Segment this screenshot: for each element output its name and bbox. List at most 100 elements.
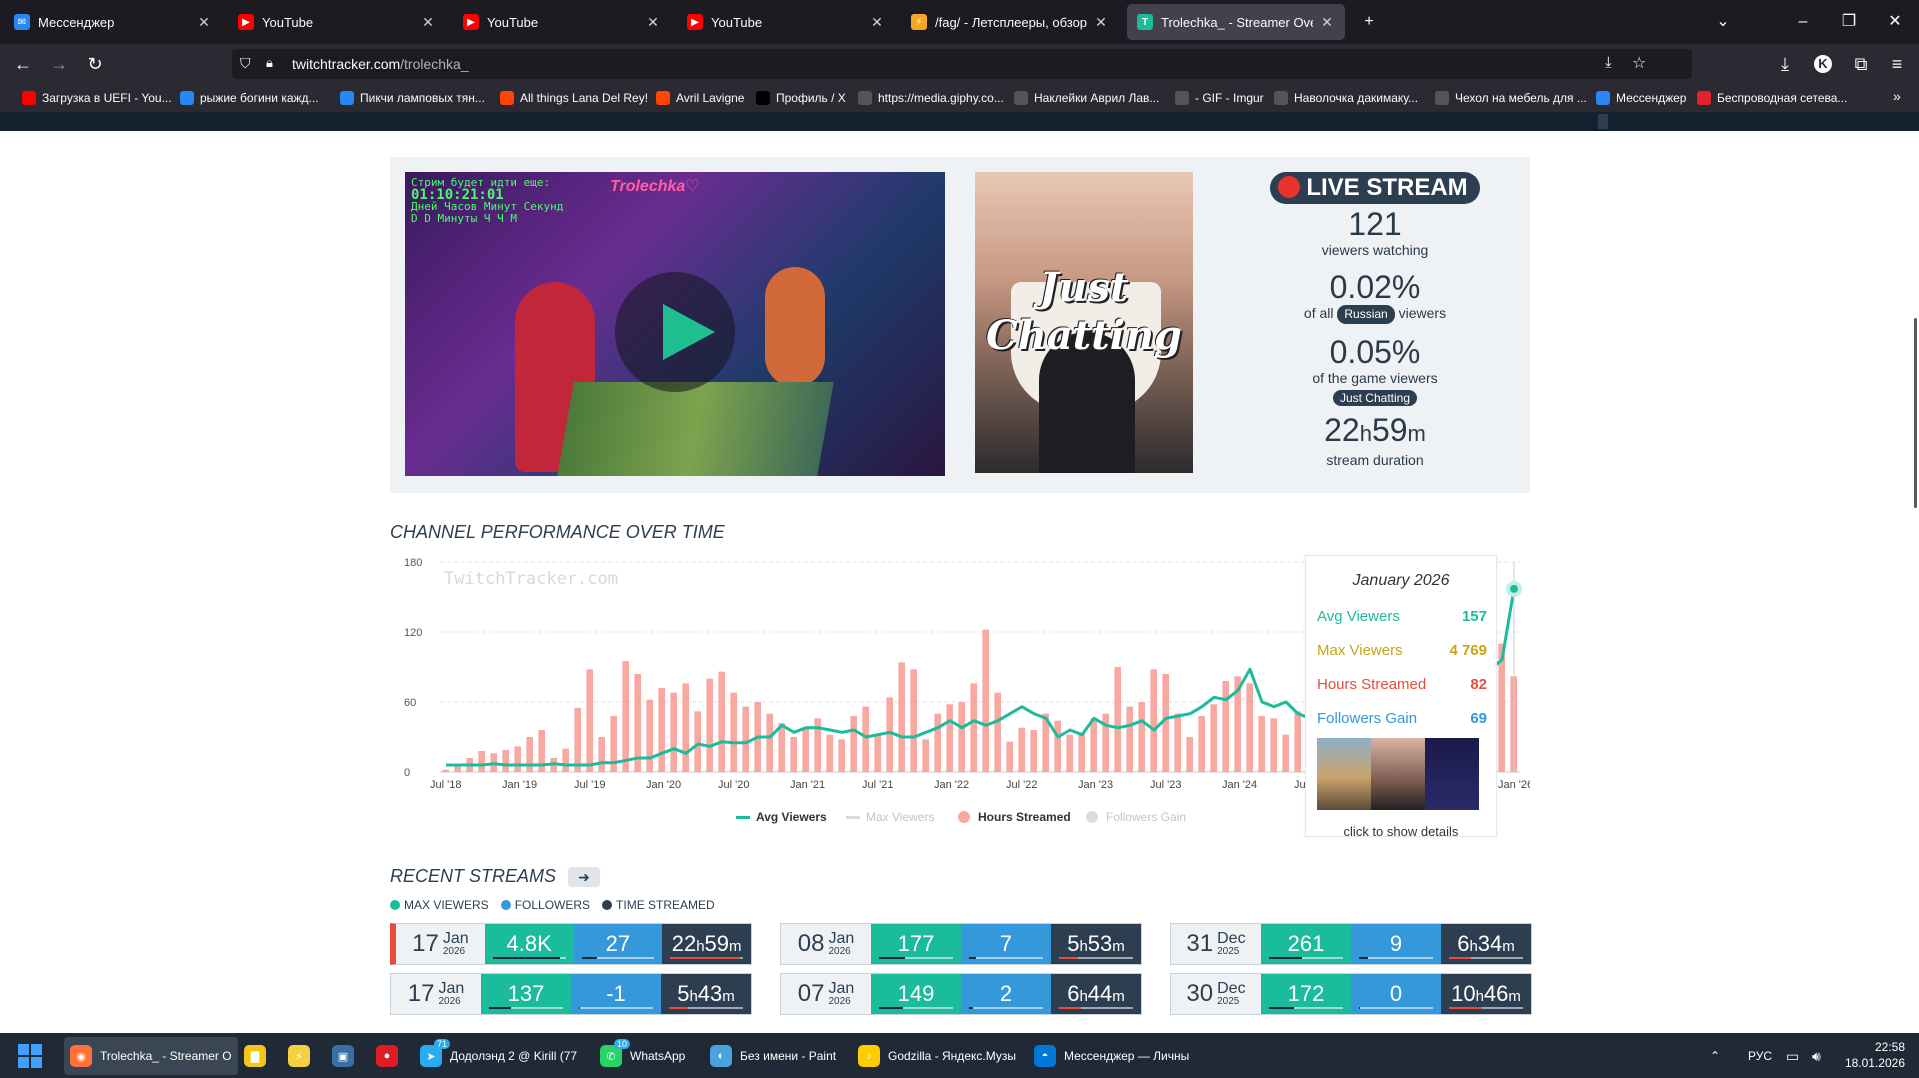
browser-tab[interactable]: ✉ Мессенджер ✕ [4,4,222,40]
hours-bar[interactable] [790,737,797,772]
hours-bar[interactable] [478,751,485,772]
taskbar-item[interactable]: ◐ Без имени - Paint [710,1037,836,1075]
tooltip-footer[interactable]: click to show details [1306,824,1496,839]
tab-close-icon[interactable]: ✕ [1093,14,1109,31]
chart-legend-item[interactable]: Avg Viewers [736,810,827,824]
hours-bar[interactable] [646,699,653,772]
bookmark-item[interactable]: Чехол на мебель для ... [1435,89,1587,107]
hours-bar[interactable] [706,678,713,772]
hours-bar[interactable] [826,734,833,772]
list-tabs-icon[interactable]: ⌄ [1700,8,1746,36]
taskbar-item[interactable]: ➤ 71 Додолэнд 2 @ Kirill (77 [420,1037,577,1075]
game-pill[interactable]: Just Chatting [1332,390,1418,406]
hours-bar[interactable] [862,706,869,772]
just-chatting-cover-icon[interactable] [1371,738,1425,810]
tab-close-icon[interactable]: ✕ [420,14,436,31]
gta-sa-cover-icon[interactable] [1317,738,1371,810]
downloads-icon[interactable]: ⤓ [1770,50,1800,78]
hours-bar[interactable] [574,707,581,772]
tab-close-icon[interactable]: ✕ [869,14,885,31]
bookmark-item[interactable]: - GIF - Imgur [1175,89,1264,107]
menu-icon[interactable]: ≡ [1882,50,1912,78]
bookmark-item[interactable]: Пикчи ламповых тян... [340,89,485,107]
close-window-icon[interactable]: ✕ [1872,8,1918,36]
hours-bar[interactable] [1090,718,1097,772]
hours-bar[interactable] [910,669,917,772]
hours-bar[interactable] [1198,716,1205,772]
network-icon[interactable]: ▭ [1786,1037,1799,1075]
hours-bar[interactable] [1222,681,1229,772]
hours-bar[interactable] [1006,741,1013,772]
hours-bar[interactable] [658,688,665,772]
hours-bar[interactable] [1126,706,1133,772]
hours-bar[interactable] [934,713,941,772]
chart-tooltip[interactable]: January 2026 Avg Viewers 157 Max Viewers 4 … [1305,555,1497,839]
hours-bar[interactable] [922,739,929,772]
tab-close-icon[interactable]: ✕ [1319,14,1335,31]
hours-bar[interactable] [1258,716,1265,772]
hours-bar[interactable] [1282,734,1289,772]
recent-stream-card[interactable]: 17 Jan 2026 4.8K 27 22h59m [390,923,752,965]
back-icon[interactable]: ← [8,50,38,78]
recent-stream-card[interactable]: 08 Jan 2026 177 7 5h53m [780,923,1142,965]
hours-bar[interactable] [526,737,533,772]
hours-bar[interactable] [766,713,773,772]
reload-icon[interactable]: ↻ [80,50,110,78]
hours-bar[interactable] [802,727,809,772]
hours-bar[interactable] [1078,732,1085,772]
hours-bar[interactable] [1174,713,1181,772]
page-scrollbar[interactable] [1914,318,1917,508]
taskbar-item[interactable]: ▇ [244,1037,274,1075]
hours-bar[interactable] [1054,720,1061,772]
hours-bar[interactable] [514,746,521,772]
stream-thumbnail[interactable]: Trolechka♡ Стрим будет идти еще: 01:10:2… [405,172,945,476]
taskbar-item[interactable]: ✆ 10 WhatsApp [600,1037,685,1075]
hours-bar[interactable] [718,671,725,772]
hours-bar[interactable] [1066,734,1073,772]
game-cover[interactable]: Just Chatting [975,172,1193,473]
hours-bar[interactable] [1150,669,1157,772]
bookmark-item[interactable]: Профиль / X [756,89,846,107]
more-bookmarks-icon[interactable]: » [1893,88,1901,104]
hours-bar[interactable] [586,669,593,772]
recent-stream-card[interactable]: 17 Jan 2026 137 -1 5h43m [390,973,752,1015]
recent-stream-card[interactable]: 07 Jan 2026 149 2 6h44m [780,973,1142,1015]
hours-bar[interactable] [1210,704,1217,772]
hours-bar[interactable] [778,723,785,772]
tab-close-icon[interactable]: ✕ [196,14,212,31]
only-sleeping-cover-icon[interactable] [1425,738,1479,810]
start-button[interactable] [18,1037,42,1075]
bookmark-item[interactable]: Беспроводная сетева... [1697,89,1847,107]
bookmark-star-icon[interactable]: ☆ [1632,53,1646,73]
input-language[interactable]: РУС [1748,1037,1772,1075]
hours-bar[interactable] [694,711,701,772]
bookmark-item[interactable]: https://media.giphy.co... [858,89,1004,107]
extensions-icon[interactable]: ⧉ [1846,50,1876,78]
bookmark-item[interactable]: Наклейки Аврил Лав... [1014,89,1159,107]
hours-bar[interactable] [1162,674,1169,772]
browser-tab[interactable]: ▶ YouTube ✕ [677,4,895,40]
recent-stream-card[interactable]: 30 Dec 2025 172 0 10h46m [1170,973,1532,1015]
hours-bar[interactable] [970,683,977,772]
hours-bar[interactable] [1294,711,1301,772]
chart-legend-item[interactable]: Hours Streamed [958,810,1071,824]
shield-icon[interactable]: ⛉ [240,55,251,72]
hours-bar[interactable] [1270,718,1277,772]
system-clock[interactable]: 22:58 18.01.2026 [1845,1039,1905,1071]
hours-bar[interactable] [850,716,857,772]
hours-bar[interactable] [562,748,569,772]
hours-bar[interactable] [622,661,629,772]
chart-legend-item[interactable]: Followers Gain [1086,810,1186,824]
browser-tab[interactable]: ▶ YouTube ✕ [228,4,446,40]
hours-bar[interactable] [982,629,989,772]
forward-icon[interactable]: → [44,50,74,78]
hours-bar[interactable] [838,739,845,772]
browser-tab[interactable]: T Trolechka_ - Streamer Overview ✕ [1127,4,1345,40]
browser-tab[interactable]: ▶ YouTube ✕ [453,4,671,40]
hours-bar[interactable] [1018,727,1025,772]
restore-icon[interactable]: ❐ [1826,8,1872,36]
arrow-right-icon[interactable]: ➜ [568,866,601,887]
hours-bar[interactable] [598,737,605,772]
play-icon[interactable] [615,272,735,392]
hours-bar[interactable] [442,769,449,772]
